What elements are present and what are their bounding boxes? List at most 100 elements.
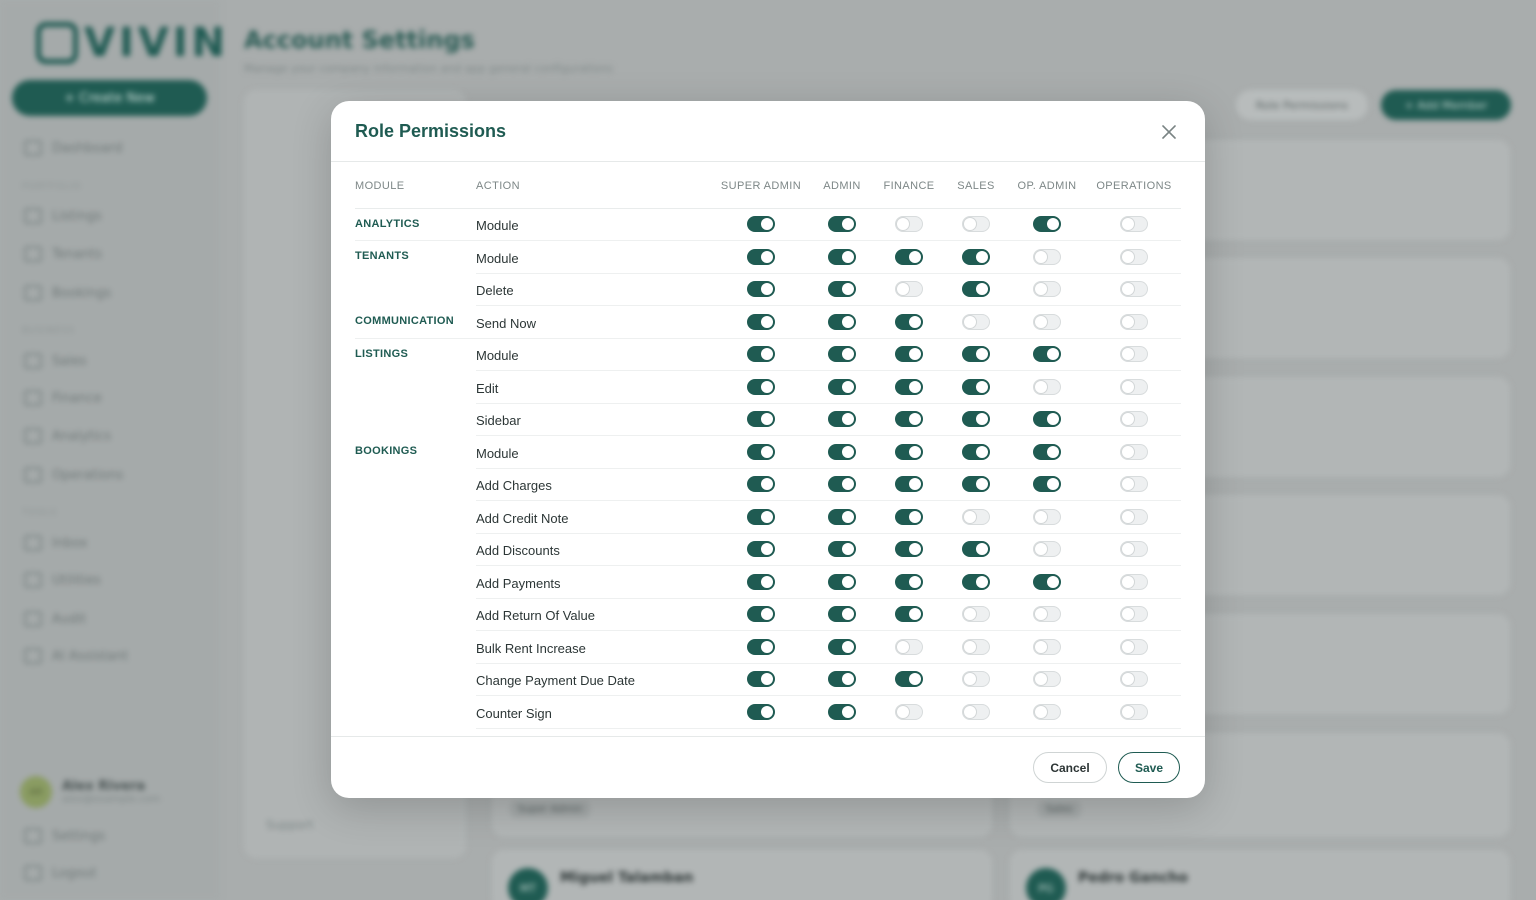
toggle-super-admin[interactable] (747, 508, 775, 525)
toggle-op-admin[interactable] (1033, 248, 1061, 265)
create-new-button[interactable]: + Create New (12, 80, 207, 116)
sidebar-item-finance[interactable]: Finance (24, 390, 102, 406)
sidebar-item-listings[interactable]: Listings (24, 208, 102, 224)
sidebar-item-bookings[interactable]: Bookings (24, 285, 111, 301)
toggle-op-admin[interactable] (1033, 671, 1061, 688)
toggle-admin[interactable] (828, 703, 856, 720)
toggle-op-admin[interactable] (1033, 313, 1061, 330)
toggle-finance[interactable] (895, 411, 923, 428)
toggle-sales[interactable] (962, 508, 990, 525)
toggle-super-admin[interactable] (747, 671, 775, 688)
toggle-admin[interactable] (828, 281, 856, 298)
toggle-operations[interactable] (1120, 216, 1148, 233)
toggle-sales[interactable] (962, 346, 990, 363)
toggle-finance[interactable] (895, 638, 923, 655)
toggle-operations[interactable] (1120, 606, 1148, 623)
toggle-sales[interactable] (962, 671, 990, 688)
toggle-sales[interactable] (962, 476, 990, 493)
toggle-op-admin[interactable] (1033, 541, 1061, 558)
toggle-sales[interactable] (962, 248, 990, 265)
toggle-op-admin[interactable] (1033, 281, 1061, 298)
toggle-op-admin[interactable] (1033, 346, 1061, 363)
toggle-finance[interactable] (895, 378, 923, 395)
toggle-op-admin[interactable] (1033, 216, 1061, 233)
toggle-sales[interactable] (962, 573, 990, 590)
toggle-op-admin[interactable] (1033, 573, 1061, 590)
sidebar-item-sales[interactable]: Sales (24, 353, 87, 369)
toggle-finance[interactable] (895, 346, 923, 363)
toggle-op-admin[interactable] (1033, 443, 1061, 460)
toggle-super-admin[interactable] (747, 248, 775, 265)
toggle-admin[interactable] (828, 378, 856, 395)
toggle-op-admin[interactable] (1033, 638, 1061, 655)
sidebar-item-operations[interactable]: Operations (24, 467, 123, 483)
toggle-operations[interactable] (1120, 638, 1148, 655)
toggle-super-admin[interactable] (747, 378, 775, 395)
toggle-admin[interactable] (828, 573, 856, 590)
sidebar-item-logout[interactable]: Logout (24, 865, 97, 881)
toggle-op-admin[interactable] (1033, 606, 1061, 623)
toggle-finance[interactable] (895, 313, 923, 330)
toggle-operations[interactable] (1120, 248, 1148, 265)
toggle-operations[interactable] (1120, 411, 1148, 428)
toggle-finance[interactable] (895, 508, 923, 525)
toggle-admin[interactable] (828, 443, 856, 460)
toggle-finance[interactable] (895, 476, 923, 493)
toggle-sales[interactable] (962, 378, 990, 395)
sidebar-item-dashboard[interactable]: Dashboard (24, 140, 123, 156)
toggle-op-admin[interactable] (1033, 508, 1061, 525)
toggle-super-admin[interactable] (747, 573, 775, 590)
toggle-super-admin[interactable] (747, 216, 775, 233)
toggle-finance[interactable] (895, 443, 923, 460)
toggle-operations[interactable] (1120, 508, 1148, 525)
toggle-admin[interactable] (828, 216, 856, 233)
toggle-operations[interactable] (1120, 346, 1148, 363)
toggle-op-admin[interactable] (1033, 411, 1061, 428)
toggle-finance[interactable] (895, 606, 923, 623)
toggle-sales[interactable] (962, 541, 990, 558)
sidebar-item-tenants[interactable]: Tenants (24, 246, 102, 262)
sidebar-item-inbox[interactable]: Inbox (24, 535, 88, 551)
toggle-admin[interactable] (828, 346, 856, 363)
toggle-super-admin[interactable] (747, 606, 775, 623)
cancel-button[interactable]: Cancel (1033, 752, 1107, 783)
toggle-operations[interactable] (1120, 541, 1148, 558)
role-permissions-button[interactable]: Role Permissions (1236, 90, 1368, 120)
toggle-operations[interactable] (1120, 281, 1148, 298)
support-link[interactable]: Support (266, 818, 313, 832)
toggle-super-admin[interactable] (747, 476, 775, 493)
toggle-operations[interactable] (1120, 378, 1148, 395)
toggle-sales[interactable] (962, 443, 990, 460)
toggle-admin[interactable] (828, 638, 856, 655)
add-member-button[interactable]: + Add Member (1381, 90, 1511, 120)
sidebar-item-utilities[interactable]: Utilities (24, 572, 101, 588)
toggle-finance[interactable] (895, 703, 923, 720)
toggle-super-admin[interactable] (747, 313, 775, 330)
toggle-finance[interactable] (895, 281, 923, 298)
sidebar-item-analytics[interactable]: Analytics (24, 428, 111, 444)
toggle-sales[interactable] (962, 216, 990, 233)
toggle-admin[interactable] (828, 411, 856, 428)
toggle-finance[interactable] (895, 671, 923, 688)
toggle-sales[interactable] (962, 411, 990, 428)
toggle-operations[interactable] (1120, 573, 1148, 590)
toggle-admin[interactable] (828, 508, 856, 525)
toggle-operations[interactable] (1120, 671, 1148, 688)
toggle-super-admin[interactable] (747, 638, 775, 655)
toggle-super-admin[interactable] (747, 541, 775, 558)
toggle-sales[interactable] (962, 281, 990, 298)
toggle-op-admin[interactable] (1033, 703, 1061, 720)
toggle-sales[interactable] (962, 313, 990, 330)
toggle-admin[interactable] (828, 476, 856, 493)
toggle-super-admin[interactable] (747, 703, 775, 720)
toggle-sales[interactable] (962, 606, 990, 623)
toggle-operations[interactable] (1120, 703, 1148, 720)
save-button[interactable]: Save (1118, 752, 1180, 783)
toggle-operations[interactable] (1120, 443, 1148, 460)
toggle-finance[interactable] (895, 216, 923, 233)
toggle-op-admin[interactable] (1033, 476, 1061, 493)
toggle-finance[interactable] (895, 573, 923, 590)
toggle-super-admin[interactable] (747, 443, 775, 460)
toggle-admin[interactable] (828, 541, 856, 558)
toggle-finance[interactable] (895, 248, 923, 265)
